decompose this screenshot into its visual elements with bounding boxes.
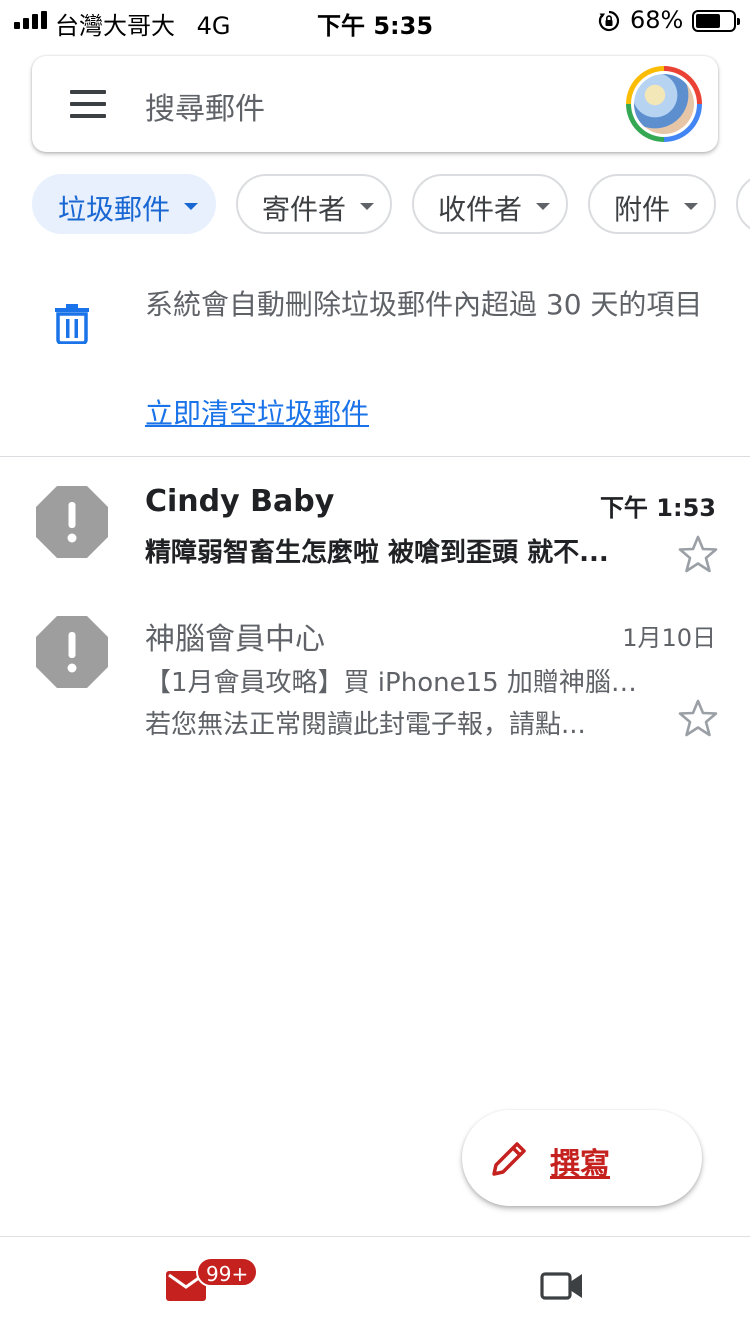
battery-percentage: 68% [630, 6, 684, 34]
chevron-down-icon [684, 203, 698, 210]
chevron-down-icon [536, 203, 550, 210]
chip-sender[interactable]: 寄件者 [236, 174, 392, 234]
rotation-lock-icon [598, 10, 620, 32]
tab-mail[interactable]: 99+ [160, 1237, 260, 1334]
chip-spam[interactable]: 垃圾郵件 [32, 174, 216, 234]
mail-sender: Cindy Baby [145, 484, 335, 519]
menu-icon[interactable] [70, 90, 106, 118]
mail-row[interactable]: 神腦會員中心 1月10日 【1月會員攻略】買 iPhone15 加贈神腦幣...… [0, 616, 750, 740]
tab-meet[interactable] [530, 1237, 600, 1334]
chip-label: 收件者 [438, 193, 523, 226]
mail-subject: 【1月會員攻略】買 iPhone15 加贈神腦幣... [145, 668, 655, 698]
spam-warning-icon [36, 616, 108, 688]
mail-row[interactable]: Cindy Baby 下午 1:53 精障弱智畜生怎麼啦 被嗆到歪頭 就不... [0, 484, 750, 606]
account-avatar[interactable] [626, 66, 702, 142]
unread-count-badge: 99+ [196, 1257, 259, 1287]
star-icon[interactable] [678, 534, 718, 574]
chip-label: 垃圾郵件 [58, 193, 171, 226]
video-icon [540, 1272, 582, 1300]
chevron-down-icon [360, 203, 374, 210]
battery-icon [692, 10, 740, 32]
mail-time: 下午 1:53 [599, 494, 716, 522]
mail-time: 1月10日 [622, 624, 716, 652]
compose-button[interactable]: 撰寫 [462, 1110, 702, 1206]
mail-snippet: 若您無法正常閱讀此封電子報，請點... [145, 710, 586, 740]
empty-spam-link[interactable]: 立即清空垃圾郵件 [145, 392, 369, 432]
trash-icon [55, 304, 89, 344]
chevron-down-icon [184, 203, 198, 210]
chip-label: 寄件者 [262, 193, 347, 226]
bottom-nav: 99+ [0, 1236, 750, 1334]
filter-chips: 垃圾郵件 寄件者 收件者 附件 [32, 174, 750, 234]
chip-label: 附件 [614, 193, 671, 226]
search-input[interactable]: 搜尋郵件 [145, 84, 265, 128]
spam-warning-icon [36, 486, 108, 558]
spam-notice-text: 系統會自動刪除垃圾郵件內超過 30 天的項目 [145, 288, 703, 321]
search-bar[interactable]: 搜尋郵件 [32, 56, 718, 152]
divider [0, 456, 750, 457]
chip-attachment[interactable]: 附件 [588, 174, 716, 234]
compose-label: 撰寫 [550, 1147, 610, 1182]
mail-sender: 神腦會員中心 [145, 622, 325, 657]
chip-recipient[interactable]: 收件者 [412, 174, 568, 234]
star-icon[interactable] [678, 698, 718, 738]
mail-subject: 精障弱智畜生怎麼啦 被嗆到歪頭 就不... [145, 538, 609, 568]
chip-more[interactable] [736, 174, 750, 234]
pencil-icon [492, 1142, 526, 1176]
status-bar: 台灣大哥大 4G 下午 5:35 68% [0, 0, 750, 40]
